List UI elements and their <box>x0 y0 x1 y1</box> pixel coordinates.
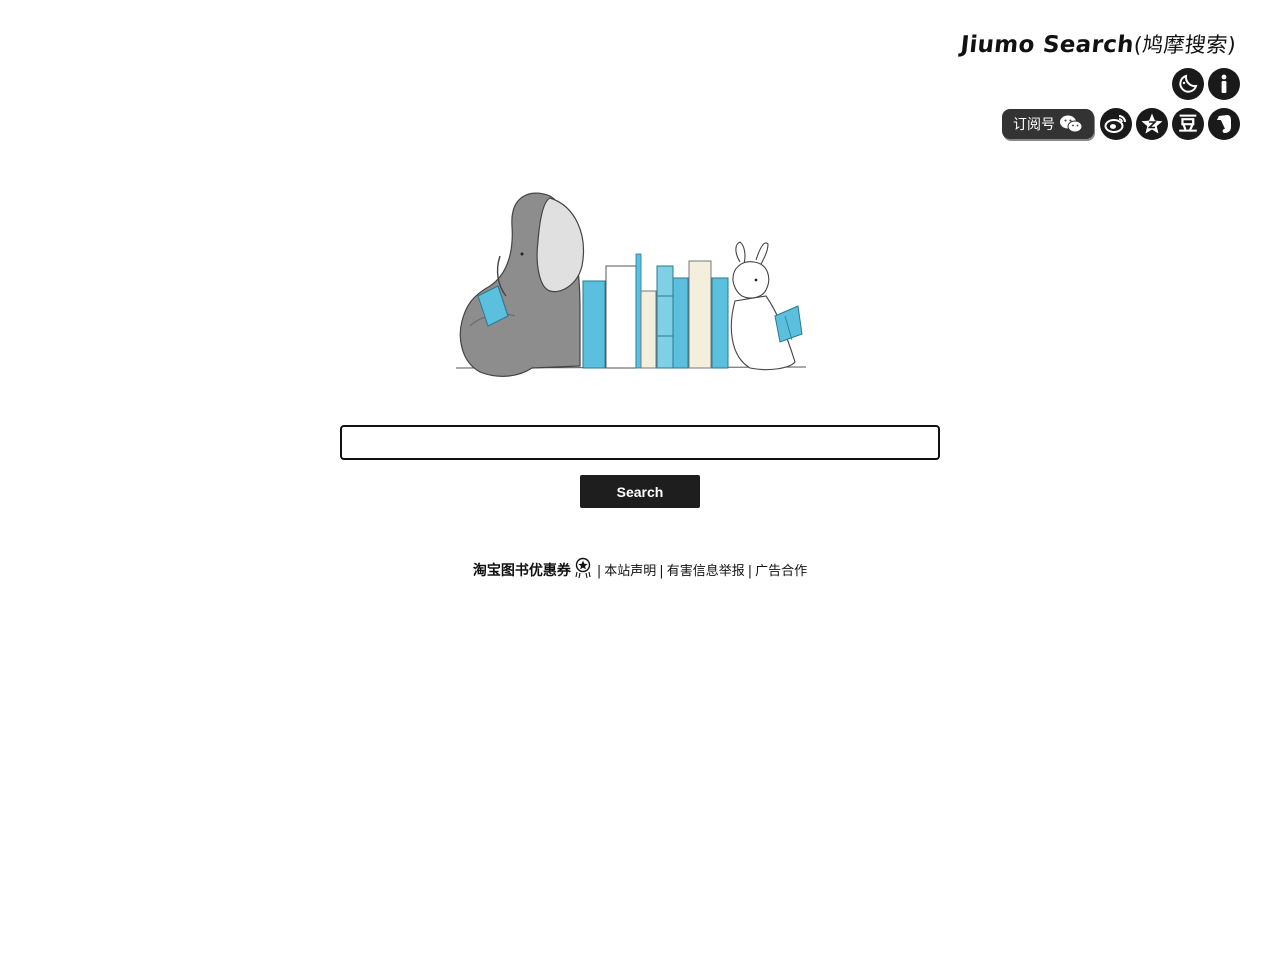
douban-icon: 豆 <box>1178 112 1198 135</box>
site-statement-link[interactable]: 本站声明 <box>604 564 656 579</box>
hero-illustration <box>455 192 807 377</box>
theme-toggle-button[interactable] <box>1172 68 1204 100</box>
report-harmful-info-link[interactable]: 有害信息举报 <box>667 564 745 579</box>
moon-icon <box>1179 74 1198 93</box>
star-icon <box>1141 113 1163 134</box>
search-button[interactable]: Search <box>580 475 700 508</box>
douban-button[interactable]: 豆 <box>1172 108 1204 140</box>
site-logo[interactable]: Jiumo Search(鸠摩搜索) <box>898 28 1238 62</box>
weibo-icon <box>1104 115 1126 133</box>
social-icon-row: 订阅号 豆 <box>900 108 1240 140</box>
info-button[interactable] <box>1208 68 1240 100</box>
coupon-badge-icon <box>575 557 591 579</box>
evernote-icon <box>1217 115 1231 133</box>
taobao-coupon-link[interactable]: 淘宝图书优惠券 <box>473 563 571 579</box>
evernote-button[interactable] <box>1208 108 1240 140</box>
brand-cn: (鸠摩搜索) <box>1132 33 1238 57</box>
wechat-subscribe-label: 订阅号 <box>1013 117 1055 133</box>
site-header: Jiumo Search(鸠摩搜索) 订阅号 豆 <box>900 28 1240 140</box>
footer-links: 淘宝图书优惠券 | 本站声明 | 有害信息举报 | 广告合作 <box>0 556 1280 587</box>
info-icon <box>1221 74 1227 93</box>
footer-separator: | <box>659 564 664 579</box>
weibo-button[interactable] <box>1100 108 1132 140</box>
wechat-subscribe-button[interactable]: 订阅号 <box>1002 109 1094 139</box>
footer-separator: | <box>596 564 602 579</box>
brand-latin: Jiumo Search <box>959 32 1136 58</box>
search-input[interactable] <box>340 425 940 460</box>
favorite-button[interactable] <box>1136 108 1168 140</box>
footer-separator: | <box>747 564 753 579</box>
top-icon-row <box>900 68 1240 100</box>
ad-cooperation-link[interactable]: 广告合作 <box>755 564 807 579</box>
wechat-icon <box>1060 115 1083 133</box>
